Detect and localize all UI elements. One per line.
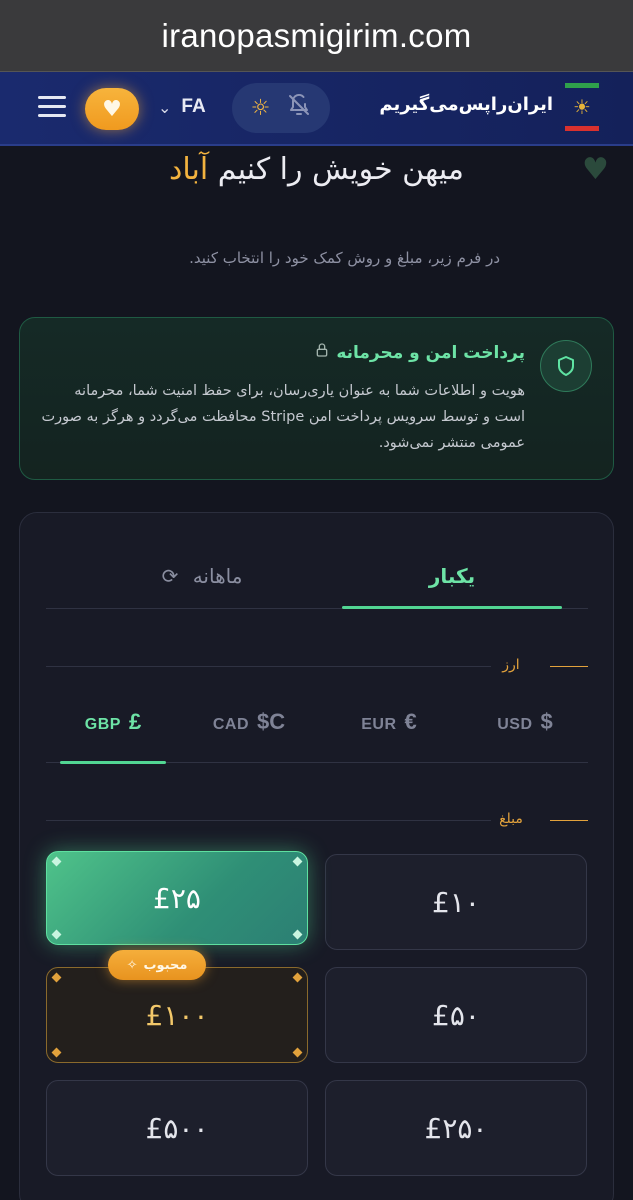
tab-once[interactable]: یکبار (342, 545, 562, 609)
frequency-tabs: یکبار ماهانه ⟳ (46, 545, 588, 609)
hamburger-icon[interactable] (38, 96, 66, 118)
bell-off-icon[interactable] (287, 93, 311, 123)
popular-badge: محبوب ✧ (108, 950, 206, 980)
currency-code: CAD (212, 716, 250, 733)
amount-option-500[interactable]: £۵۰۰ (46, 1080, 308, 1176)
secure-payment-notice: پرداخت امن و محرمانه هویت و اطلاعات شما … (19, 317, 614, 480)
currency-eur[interactable]: EUR € (334, 709, 444, 749)
browser-url-bar[interactable]: iranopasmigirim.com (0, 0, 633, 72)
currency-symbol: € (404, 709, 417, 734)
amount-value: £۵۰ (432, 998, 480, 1032)
title-accent: آباد (169, 152, 209, 187)
heart-icon: ♥ (102, 96, 122, 122)
donate-button[interactable]: ♥ (85, 88, 139, 130)
language-code: FA (181, 96, 206, 117)
amount-option-50[interactable]: £۵۰ (325, 967, 587, 1063)
language-selector[interactable]: ⌄ FA (158, 92, 206, 122)
currency-label: ارز (502, 657, 520, 673)
currency-selector: USD $ EUR € CAD $C GBP £ (46, 699, 588, 764)
sparkle-icon: ✧ (126, 957, 138, 973)
currency-gbp[interactable]: GBP £ (58, 709, 168, 764)
amount-option-10[interactable]: £۱۰ (325, 854, 587, 950)
tab-once-label: یکبار (428, 564, 476, 588)
amount-value: £۱۰۰ (145, 998, 209, 1032)
lock-icon (314, 343, 330, 362)
currency-symbol: £ (128, 709, 142, 734)
amount-option-100[interactable]: £۱۰۰ (46, 967, 308, 1063)
brand-name[interactable]: ایران‌راپس‌می‌گیریم (379, 94, 553, 115)
secure-body: هویت و اطلاعات شما به عنوان یاری‌رسان، ب… (41, 383, 525, 451)
currency-symbol: $ (540, 709, 553, 734)
title-main: میهن خویش را کنیم (217, 152, 464, 187)
amount-value: £۲۵ (153, 881, 201, 915)
amount-value: £۱۰ (432, 885, 480, 919)
shield-icon (540, 340, 592, 392)
tab-monthly[interactable]: ماهانه ⟳ (92, 545, 312, 607)
currency-code: USD (497, 716, 533, 733)
amount-value: £۵۰۰ (145, 1111, 209, 1145)
currency-usd[interactable]: USD $ (470, 709, 580, 749)
currency-symbol: $C (257, 709, 286, 734)
url-text: iranopasmigirim.com (161, 16, 472, 54)
secure-title-text: پرداخت امن و محرمانه (336, 343, 525, 363)
heart-icon: ♥ (582, 152, 609, 187)
page-subtitle: در فرم زیر، مبلغ و روش کمک خود را انتخاب… (189, 249, 500, 267)
page-title: میهن خویش را کنیم آباد (0, 152, 633, 187)
app-header: ♥ ⌄ FA ☼ ایران‌راپس‌می‌گیریم ☀ (0, 72, 633, 146)
amount-option-250[interactable]: £۲۵۰ (325, 1080, 587, 1176)
header-icon-group: ☼ (232, 83, 330, 133)
currency-code: EUR (361, 716, 397, 733)
refresh-icon: ⟳ (161, 564, 179, 588)
secure-title: پرداخت امن و محرمانه (220, 342, 525, 363)
lion-and-sun-flag-icon[interactable]: ☀ (565, 83, 599, 133)
amount-option-25[interactable]: £۲۵ (46, 851, 308, 945)
amount-value: £۲۵۰ (424, 1111, 488, 1145)
tab-monthly-label: ماهانه (192, 564, 243, 588)
sun-icon[interactable]: ☼ (251, 96, 271, 121)
currency-code: GBP (84, 716, 121, 733)
amount-label: مبلغ (499, 811, 523, 827)
popular-badge-label: محبوب (143, 957, 188, 973)
currency-cad[interactable]: CAD $C (194, 709, 304, 749)
chevron-down-icon: ⌄ (158, 97, 172, 117)
